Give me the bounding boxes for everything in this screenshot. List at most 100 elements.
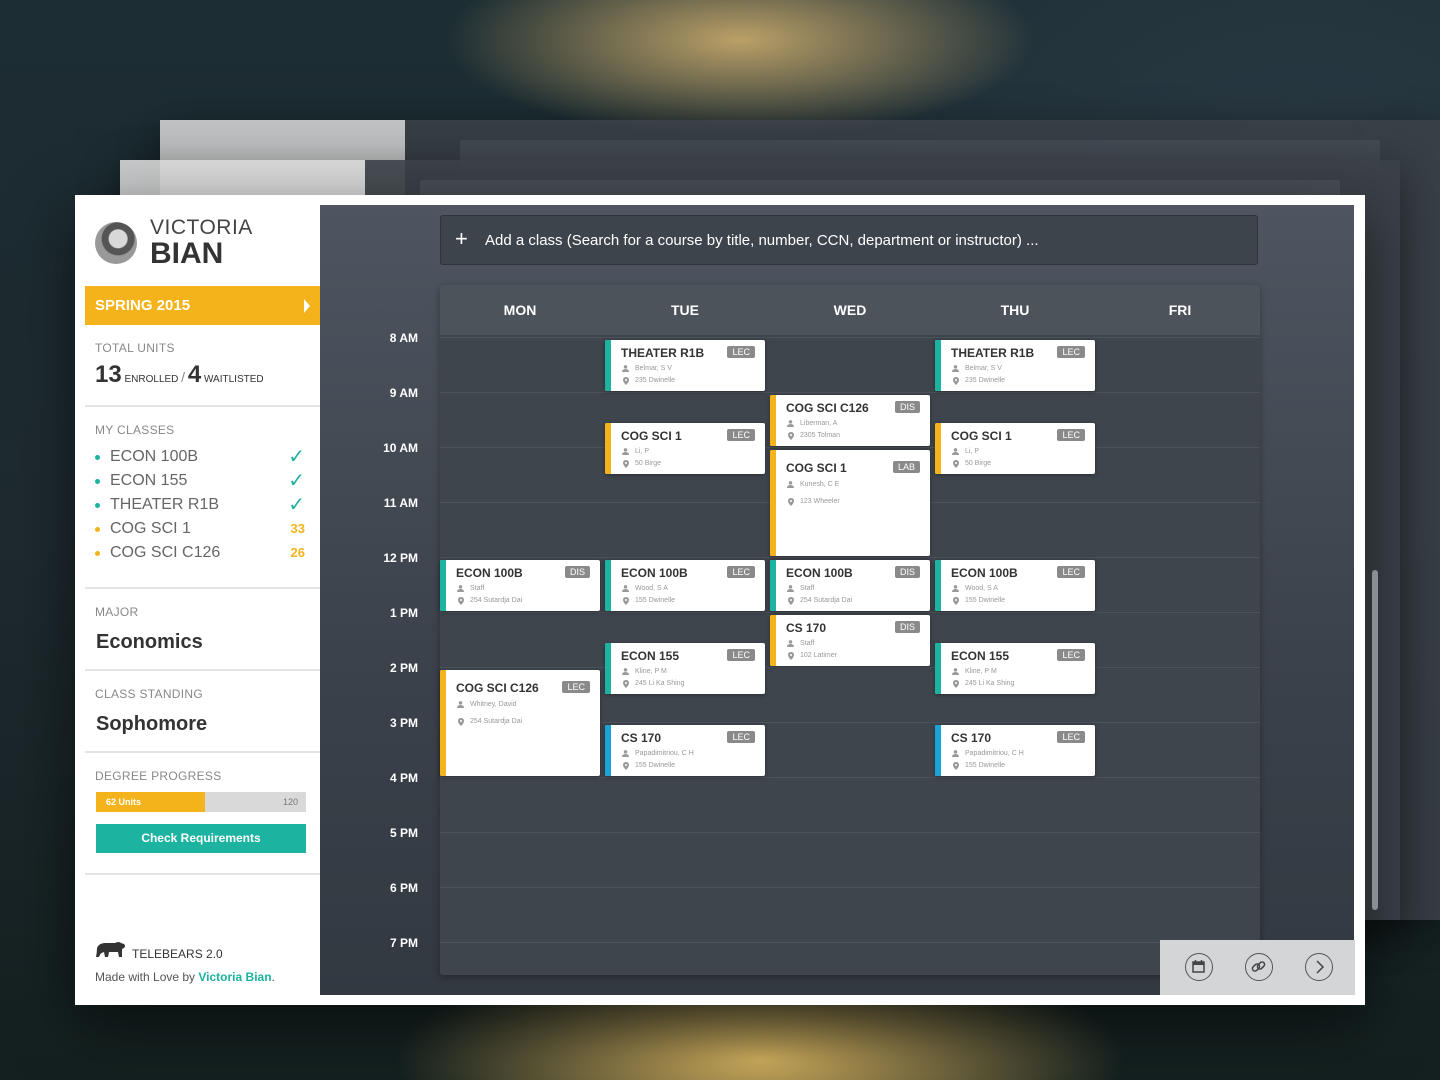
card-color-stripe: [935, 642, 941, 694]
hour-gridline: [440, 612, 1260, 613]
location-pin-icon: [458, 597, 464, 605]
add-class-search[interactable]: + Add a class (Search for a course by ti…: [440, 215, 1258, 265]
location-pin-icon: [953, 459, 959, 468]
person-icon: [787, 420, 794, 427]
time-label: 3 PM: [389, 716, 418, 730]
card-title: COG SCI 1: [951, 428, 1012, 443]
location-pin-icon: [788, 498, 794, 506]
class-name: COG SCI C126: [110, 544, 221, 561]
hour-gridline: [440, 447, 1260, 448]
class-card[interactable]: COG SCI C126 DIS Liberman, A 2305 Tolman: [770, 395, 930, 446]
card-color-stripe: [605, 560, 611, 611]
enrolled-label: ENROLLED: [124, 374, 179, 385]
card-instructor: Staff: [470, 585, 485, 592]
divider: [85, 873, 320, 875]
total-units: 13 ENROLLED / 4 WAITLISTED: [95, 361, 264, 389]
person-icon: [952, 447, 959, 455]
card-title: THEATER R1B: [621, 346, 705, 360]
class-card[interactable]: ECON 100B LEC Wood, S A 155 Dwinelle: [935, 560, 1095, 611]
class-card[interactable]: ECON 100B DIS Staff 254 Sutardja Dai: [440, 560, 600, 611]
class-card[interactable]: COG SCI C126 LEC Whitney, David 254 Sutardj…: [440, 670, 600, 776]
card-type-badge: DIS: [564, 566, 590, 578]
time-label: 11 AM: [383, 496, 418, 510]
card-type-badge: LEC: [562, 681, 590, 693]
class-card[interactable]: COG SCI 1 LAB Kunesh, C E 123 Wheeler: [770, 450, 930, 556]
share-link-button[interactable]: [1245, 953, 1273, 981]
card-color-stripe: [935, 422, 941, 474]
calendar-button[interactable]: [1185, 953, 1213, 981]
card-color-stripe: [770, 450, 776, 556]
calendar-header: MON TUE WED THU FRI: [440, 285, 1260, 335]
class-item[interactable]: COG SCI 1 33: [95, 517, 305, 541]
class-item[interactable]: ECON 100B ✓: [95, 445, 305, 469]
time-label: 1 PM: [389, 606, 418, 620]
class-name: ECON 155: [110, 472, 188, 489]
class-card[interactable]: COG SCI 1 LEC Li, P 50 Birge: [935, 422, 1095, 474]
card-type-badge: LAB: [892, 461, 920, 473]
class-card[interactable]: CS 170 LEC Papadimitriou, C H 155 Dwinelle: [605, 725, 765, 776]
avatar[interactable]: [95, 222, 137, 264]
class-card[interactable]: CS 170 LEC Papadimitriou, C H 155 Dwinelle: [935, 725, 1095, 776]
hour-gridline: [440, 777, 1260, 778]
major-label: MAJOR: [95, 605, 139, 619]
progress-current: 62 Units: [106, 797, 142, 807]
hour-gridline: [440, 557, 1260, 558]
class-item[interactable]: COG SCI C126 26: [95, 541, 305, 565]
calendar-icon: [1192, 960, 1205, 973]
card-color-stripe: [605, 340, 611, 391]
location-pin-icon: [953, 679, 959, 688]
card-type-badge: LEC: [727, 731, 755, 743]
class-card[interactable]: ECON 100B LEC Wood, S A 155 Dwinelle: [605, 560, 765, 611]
day-header: TUE: [671, 302, 699, 318]
time-label: 5 PM: [389, 826, 418, 840]
person-icon: [787, 481, 794, 488]
next-button[interactable]: [1305, 953, 1333, 981]
day-header: MON: [503, 302, 537, 318]
card-instructor: Kline, P M: [965, 667, 997, 675]
card-type-badge: DIS: [894, 401, 920, 413]
waitlist-position: 26: [290, 545, 305, 560]
card-location: 254 Sutardja Dai: [470, 718, 523, 725]
class-card[interactable]: COG SCI 1 LEC Li, P 50 Birge: [605, 422, 765, 474]
progress-total: 120: [282, 797, 298, 807]
person-icon: [952, 667, 959, 675]
location-pin-icon: [788, 652, 794, 660]
class-card[interactable]: ECON 100B DIS Staff 254 Sutardja Dai: [770, 560, 930, 611]
card-type-badge: LEC: [1057, 566, 1085, 578]
card-location: 155 Dwinelle: [965, 597, 1006, 604]
check-requirements-button[interactable]: Check Requirements: [96, 824, 306, 853]
time-label: 6 PM: [389, 881, 418, 895]
card-title: COG SCI 1: [621, 428, 682, 443]
author-link[interactable]: Victoria Bian: [198, 970, 271, 984]
person-icon: [787, 640, 794, 647]
location-pin-icon: [623, 762, 629, 770]
card-title: THEATER R1B: [951, 346, 1035, 360]
class-item[interactable]: ECON 155 ✓: [95, 469, 305, 493]
class-card[interactable]: THEATER R1B LEC Belmar, S V 235 Dwinelle: [935, 340, 1095, 391]
divider: [85, 405, 320, 407]
waitlisted-count: 4: [187, 361, 202, 388]
total-units-label: TOTAL UNITS: [95, 341, 175, 355]
time-label: 2 PM: [389, 661, 418, 675]
time-label: 10 AM: [383, 441, 418, 455]
person-icon: [952, 585, 959, 592]
card-title: COG SCI C126: [456, 681, 539, 695]
term-selector[interactable]: SPRING 2015: [85, 286, 320, 325]
class-item[interactable]: THEATER R1B ✓: [95, 493, 305, 517]
status-dot-icon: [95, 527, 100, 532]
degree-progress-label: DEGREE PROGRESS: [95, 769, 222, 783]
card-title: COG SCI C126: [786, 401, 869, 415]
calendar-scrollbar[interactable]: [1372, 570, 1378, 910]
card-location: 2305 Tolman: [800, 432, 840, 439]
class-card[interactable]: ECON 155 LEC Kline, P M 245 Li Ka Shing: [935, 642, 1095, 694]
link-icon: [1251, 961, 1266, 972]
divider: [85, 587, 320, 589]
class-card[interactable]: CS 170 DIS Staff 102 Latimer: [770, 615, 930, 666]
class-card[interactable]: THEATER R1B LEC Belmar, S V 235 Dwinelle: [605, 340, 765, 391]
class-card[interactable]: ECON 155 LEC Kline, P M 245 Li Ka Shing: [605, 642, 765, 694]
divider: [85, 751, 320, 753]
chevron-right-icon: [1316, 960, 1325, 974]
location-pin-icon: [623, 679, 629, 688]
bottom-toolbar: [1160, 940, 1355, 995]
card-title: ECON 100B: [951, 566, 1018, 580]
